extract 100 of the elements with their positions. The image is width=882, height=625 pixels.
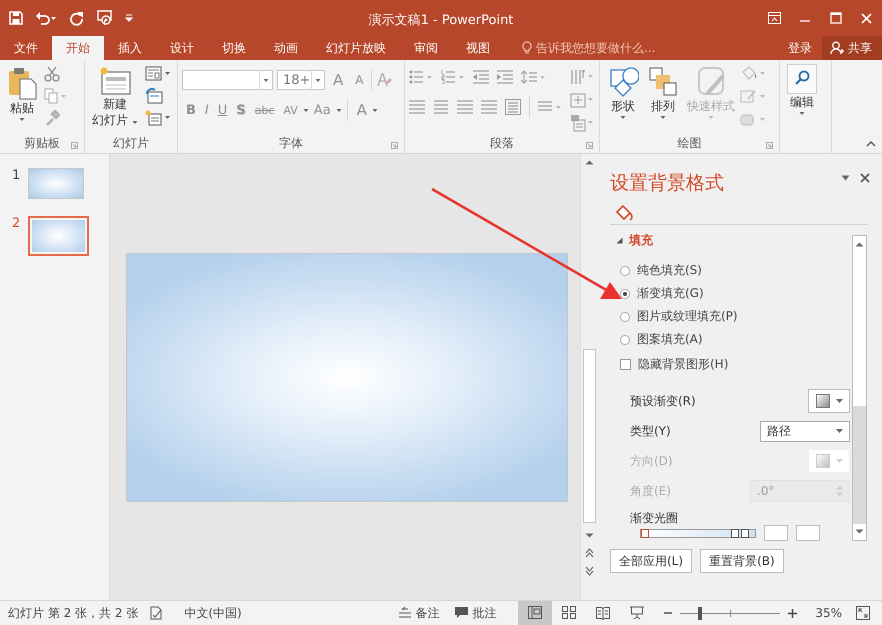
gradient-stop-handle[interactable] bbox=[741, 528, 750, 538]
numbering-icon[interactable] bbox=[441, 70, 465, 84]
ribbon-display-icon[interactable] bbox=[768, 12, 781, 24]
change-case-button[interactable]: Aa bbox=[310, 102, 335, 118]
reset-background-button[interactable]: 重置背景(B) bbox=[700, 549, 784, 573]
distributed-icon[interactable] bbox=[505, 99, 521, 115]
menu-tab[interactable]: 切换 bbox=[208, 36, 260, 60]
dialog-launcher-icon[interactable] bbox=[391, 142, 398, 149]
setting-label: 预设渐变(R) bbox=[630, 392, 697, 410]
menu-tab[interactable]: 审阅 bbox=[400, 36, 452, 60]
collapse-ribbon-icon[interactable] bbox=[866, 141, 876, 147]
bold-button[interactable]: B bbox=[182, 102, 200, 118]
font-color-button[interactable]: A bbox=[352, 101, 371, 119]
menu-tab[interactable]: 动画 bbox=[260, 36, 312, 60]
close-icon[interactable] bbox=[860, 173, 870, 183]
menu-tab[interactable]: 设计 bbox=[156, 36, 208, 60]
zoom-percent[interactable]: 35% bbox=[815, 606, 842, 620]
new-slide-button[interactable]: 新建 幻灯片 bbox=[89, 64, 141, 134]
font-size-field[interactable]: 18+ bbox=[277, 70, 325, 90]
shrink-font-button[interactable]: A bbox=[351, 73, 368, 87]
spinner-arrows-icon bbox=[836, 485, 843, 497]
underline-button[interactable]: U bbox=[214, 102, 232, 118]
tell-me-field[interactable]: 告诉我您想要做什么... bbox=[516, 36, 662, 60]
maximize-icon[interactable] bbox=[830, 12, 842, 24]
radio-button[interactable] bbox=[620, 312, 630, 322]
scroll-down-icon[interactable] bbox=[855, 529, 864, 535]
text-direction-icon[interactable] bbox=[570, 68, 594, 86]
next-slide-icon[interactable] bbox=[585, 566, 594, 576]
strikethrough-button[interactable]: abc bbox=[250, 104, 278, 116]
align-right-icon[interactable] bbox=[457, 100, 473, 114]
language-text[interactable]: 中文(中国) bbox=[184, 604, 242, 622]
checkbox[interactable] bbox=[620, 359, 631, 370]
gradient-preset-dropdown[interactable] bbox=[808, 389, 850, 413]
menu-tab[interactable]: 视图 bbox=[452, 36, 504, 60]
scrollbar-thumb[interactable] bbox=[583, 349, 596, 523]
zoom-thumb[interactable] bbox=[698, 606, 702, 620]
zoom-in-icon[interactable] bbox=[788, 608, 798, 618]
gradient-stop-handle[interactable] bbox=[730, 528, 739, 538]
radio-button[interactable] bbox=[620, 288, 630, 298]
fit-to-window-icon[interactable] bbox=[856, 606, 870, 620]
smartart-icon[interactable] bbox=[570, 114, 594, 132]
menu-tab[interactable]: 文件 bbox=[0, 36, 52, 60]
task-pane-options-icon[interactable] bbox=[841, 175, 850, 181]
dialog-launcher-icon[interactable] bbox=[71, 142, 78, 149]
character-spacing-button[interactable]: AV bbox=[279, 104, 302, 116]
share-button[interactable]: 共享 bbox=[822, 36, 882, 60]
center-icon[interactable] bbox=[433, 100, 449, 114]
scroll-down-icon[interactable] bbox=[585, 533, 594, 539]
menu-tab[interactable]: 开始 bbox=[52, 36, 104, 60]
grow-font-button[interactable]: A bbox=[329, 71, 348, 89]
scissors-icon[interactable] bbox=[44, 66, 60, 82]
proofing-icon[interactable] bbox=[150, 606, 164, 620]
italic-button[interactable]: I bbox=[200, 102, 213, 118]
previous-slide-icon[interactable] bbox=[585, 548, 594, 558]
redo-icon[interactable] bbox=[69, 10, 84, 26]
copy-icon[interactable] bbox=[44, 88, 66, 104]
normal-view-button[interactable] bbox=[518, 600, 552, 625]
editing-button[interactable]: 编辑 bbox=[784, 64, 820, 134]
save-icon[interactable] bbox=[9, 11, 23, 25]
menu-tab[interactable]: 插入 bbox=[104, 36, 156, 60]
paste-button[interactable]: 粘贴 bbox=[4, 64, 40, 134]
gradient-swatch-icon bbox=[816, 394, 830, 408]
menu-tab[interactable]: 幻灯片放映 bbox=[312, 36, 400, 60]
radio-button[interactable] bbox=[620, 266, 630, 276]
gradient-stop-handle[interactable] bbox=[641, 528, 649, 538]
radio-button[interactable] bbox=[620, 334, 630, 344]
justify-icon[interactable] bbox=[481, 100, 497, 114]
scroll-up-icon[interactable] bbox=[585, 159, 594, 165]
font-name-field[interactable] bbox=[182, 70, 273, 90]
notes-icon bbox=[399, 607, 412, 619]
line-spacing-icon[interactable] bbox=[521, 70, 545, 84]
bullets-icon[interactable] bbox=[409, 70, 433, 84]
dialog-launcher-icon[interactable] bbox=[766, 142, 773, 149]
reset-icon[interactable] bbox=[144, 88, 163, 104]
slide-thumbnail[interactable] bbox=[28, 168, 84, 199]
gradient-bar[interactable] bbox=[640, 528, 756, 538]
slide-thumbnail[interactable] bbox=[28, 216, 89, 256]
arrange-button[interactable]: 排列 bbox=[644, 64, 682, 134]
view-icon bbox=[528, 606, 542, 620]
view-icon bbox=[630, 606, 644, 620]
increase-indent-icon[interactable] bbox=[497, 70, 513, 84]
decrease-indent-icon[interactable] bbox=[473, 70, 489, 84]
slideshow-icon[interactable] bbox=[96, 10, 113, 26]
align-left-icon[interactable] bbox=[409, 100, 425, 114]
shadow-button[interactable]: S bbox=[232, 102, 250, 118]
shapes-button[interactable]: 形状 bbox=[604, 64, 642, 134]
customize-caret-icon[interactable] bbox=[125, 14, 133, 22]
section-icon[interactable] bbox=[144, 110, 171, 126]
apply-to-all-button[interactable]: 全部应用(L) bbox=[610, 549, 692, 573]
undo-icon[interactable] bbox=[35, 11, 57, 25]
dialog-launcher-icon[interactable] bbox=[586, 142, 593, 149]
sign-in-link[interactable]: 登录 bbox=[778, 36, 822, 60]
caret-icon bbox=[620, 115, 626, 119]
type-dropdown[interactable]: 路径 bbox=[760, 420, 850, 442]
align-text-icon[interactable] bbox=[570, 91, 594, 109]
scroll-up-icon[interactable] bbox=[855, 241, 864, 247]
layout-icon[interactable] bbox=[144, 66, 171, 82]
comments-button[interactable]: 批注 bbox=[447, 604, 504, 622]
fill-section-header[interactable]: 填充 bbox=[610, 225, 882, 249]
notes-button[interactable]: 备注 bbox=[391, 604, 448, 622]
